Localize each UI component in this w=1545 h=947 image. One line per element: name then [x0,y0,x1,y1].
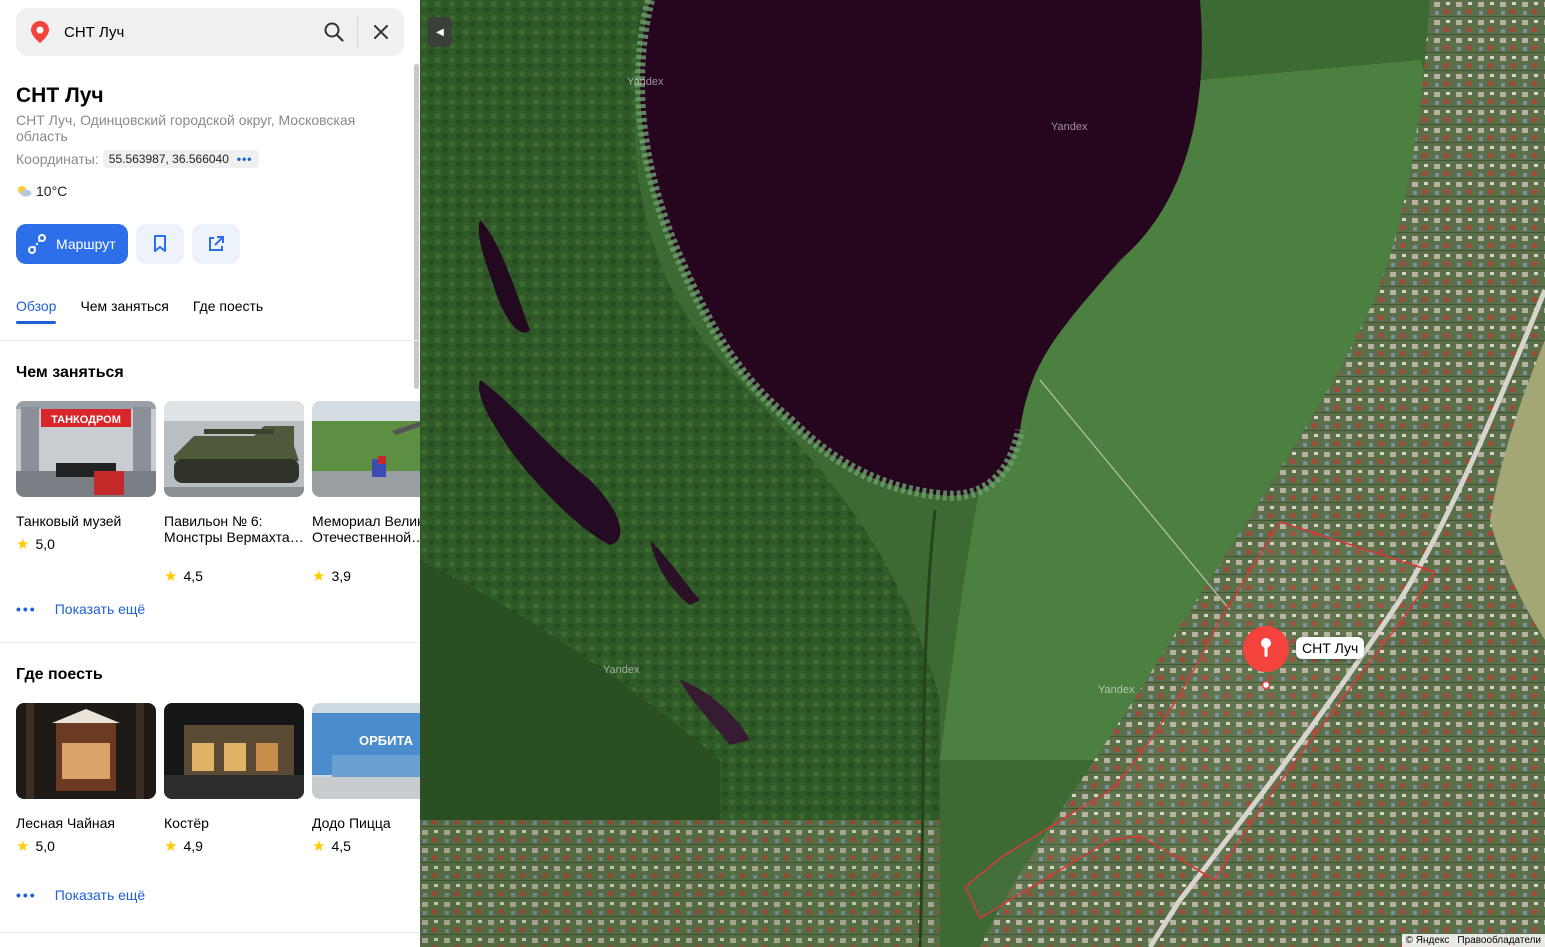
route-icon [28,234,46,254]
place-rating: ★ 4,5 [312,837,420,855]
svg-text:Yandex: Yandex [603,664,640,676]
place-card[interactable]: ОРБИТА Додо Пицца ★ 4,5 [312,703,420,855]
rating-value: 5,0 [35,838,55,854]
search-button[interactable] [311,8,357,56]
action-buttons: Маршрут [16,224,240,264]
share-button[interactable] [191,224,240,264]
place-address: СНТ Луч, Одинцовский городской округ, Мо… [16,112,356,144]
place-photo: ТАНКОДРОМ [16,401,156,497]
copyright-bar: © Яндекс Правообладатели [1401,934,1545,947]
location-pin-icon [16,21,64,43]
rating-value: 5,0 [35,536,55,552]
star-icon: ★ [164,838,178,855]
place-card[interactable]: Костёр ★ 4,9 [164,703,304,855]
route-button[interactable]: Маршрут [16,224,128,264]
share-icon [208,236,224,251]
search-input[interactable] [64,8,311,56]
collapse-panel-button[interactable]: ◀ [428,17,452,47]
partly-cloudy-icon [18,186,32,197]
weather-temperature: 10°C [36,183,68,199]
section-divider [0,932,420,933]
star-icon: ★ [312,838,326,855]
place-photo [312,401,420,497]
show-more-food-link[interactable]: ••• Показать ещё [16,887,145,903]
place-card[interactable]: Лесная Чайная ★ 5,0 [16,703,156,855]
more-dots-icon[interactable]: ••• [237,152,253,166]
tabs-divider [0,340,420,341]
where-to-eat-cards: Лесная Чайная ★ 5,0 Костёр ★ 4,9 ОРБИТА … [16,703,420,855]
tab-where-to-eat[interactable]: Где поесть [193,298,263,324]
where-to-eat-title: Где поесть [16,666,103,683]
search-icon [324,22,344,42]
place-card[interactable]: ТАНКОДРОМ Танковый музей ★ 5,0 [16,401,156,585]
tab-things-to-do[interactable]: Чем заняться [80,298,168,324]
coordinates-value[interactable]: 55.563987, 36.566040 [109,152,229,166]
triangle-left-icon: ◀ [436,26,444,38]
rating-value: 4,5 [331,838,351,854]
coordinates-chip[interactable]: 55.563987, 36.566040 ••• [102,150,259,168]
section-divider [0,642,420,643]
rights-holders-link[interactable]: Правообладатели [1457,935,1541,946]
place-rating: ★ 5,0 [16,535,156,553]
svg-text:Yandex: Yandex [1098,684,1135,696]
show-more-things-link[interactable]: ••• Показать ещё [16,601,145,617]
thumb-text: ТАНКОДРОМ [51,414,121,426]
coordinates-row: Координаты: 55.563987, 36.566040 ••• [16,150,259,168]
place-name: Лесная Чайная [16,815,115,831]
svg-text:Yandex: Yandex [1051,121,1088,133]
clear-search-button[interactable] [358,8,404,56]
route-button-label: Маршрут [56,236,116,252]
copyright-text: © Яндекс [1405,935,1450,946]
place-photo [164,703,304,799]
show-more-label: Показать ещё [54,887,146,903]
rating-value: 3,9 [331,568,351,584]
place-name: Костёр [164,815,209,831]
things-to-do-title: Чем заняться [16,364,124,381]
place-photo [16,703,156,799]
place-rating: ★ 4,9 [164,837,304,855]
star-icon: ★ [16,536,30,553]
satellite-imagery: Yandex Yandex Yandex Yandex [420,0,1545,947]
more-dots-icon: ••• [16,601,37,617]
place-name: Павильон № 6: Монстры Вермахта… [164,513,304,545]
show-more-label: Показать ещё [54,601,146,617]
weather: 10°C [16,183,67,199]
place-card[interactable]: Павильон № 6: Монстры Вермахта… ★ 4,5 [164,401,304,585]
svg-text:Yandex: Yandex [627,76,664,88]
place-rating: ★ 5,0 [16,837,156,855]
thumb-text: ОРБИТА [359,733,414,748]
place-tabs: Обзор Чем заняться Где поесть [16,298,263,324]
bookmark-icon [153,235,166,252]
place-rating: ★ 4,5 [164,567,304,585]
bookmark-button[interactable] [135,224,184,264]
search-bar [16,8,404,56]
rating-value: 4,9 [183,838,203,854]
coordinates-label: Координаты: [16,151,99,167]
place-photo: ОРБИТА [312,703,420,799]
star-icon: ★ [16,838,30,855]
pin-label[interactable]: СНТ Луч [1296,637,1365,659]
place-name: Танковый музей [16,513,122,529]
rating-value: 4,5 [183,568,203,584]
place-card[interactable]: Мемориал Великой Отечественной… ★ 3,9 [312,401,420,585]
more-dots-icon: ••• [16,887,37,903]
star-icon: ★ [312,568,326,585]
place-sidebar: СНТ Луч СНТ Луч, Одинцовский городской о… [0,0,420,947]
close-icon [374,25,388,39]
star-icon: ★ [164,568,178,585]
things-to-do-cards: ТАНКОДРОМ Танковый музей ★ 5,0 Павильон … [16,401,420,585]
map-view[interactable]: Yandex Yandex Yandex Yandex ◀ СНТ Луч © … [420,0,1545,947]
place-name: Мемориал Великой Отечественной… [312,513,420,545]
place-title: СНТ Луч [16,84,104,107]
place-name: Додо Пицца [312,815,391,831]
place-rating: ★ 3,9 [312,567,420,585]
tab-overview[interactable]: Обзор [16,298,57,324]
place-photo [164,401,304,497]
